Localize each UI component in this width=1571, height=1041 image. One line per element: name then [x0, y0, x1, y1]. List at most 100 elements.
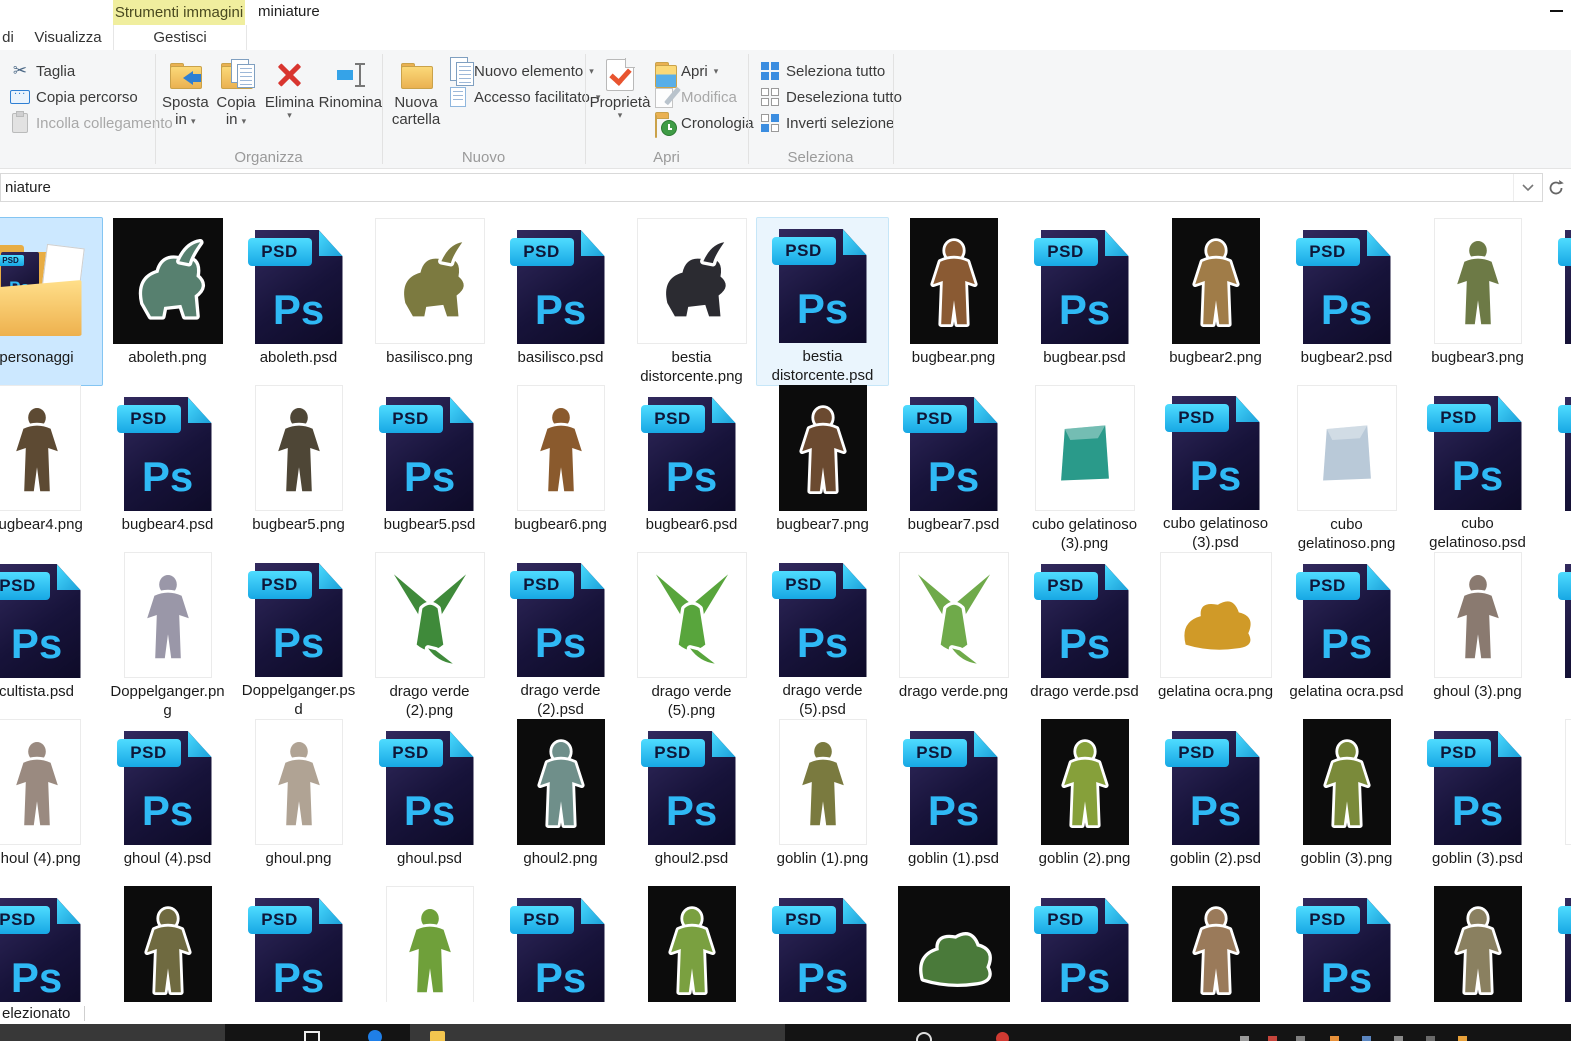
file-item[interactable]: drago verde.png	[888, 552, 1019, 719]
file-item[interactable]: basilisco.png	[364, 218, 495, 385]
select-all-button[interactable]: Seleziona tutto	[750, 58, 902, 84]
taskbar-red-app-icon[interactable]	[996, 1032, 1009, 1041]
contextual-tab-header[interactable]: Strumenti immagini	[113, 0, 245, 25]
file-item[interactable]: PSDPs	[233, 886, 364, 1002]
file-item[interactable]: PSDPsghoul2.psd	[626, 719, 757, 886]
folder-item[interactable]: PSDPspersonaggi	[0, 218, 102, 385]
properties-button[interactable]: Proprietà ▾	[591, 56, 649, 120]
tab-condividi-partial[interactable]: di	[0, 25, 16, 50]
tray-icon[interactable]	[1296, 1036, 1305, 1041]
file-item[interactable]: goblin (2).png	[1019, 719, 1150, 886]
tab-visualizza[interactable]: Visualizza	[30, 25, 106, 50]
file-item[interactable]: PSDPsbugbear7.psd	[888, 385, 1019, 552]
file-item[interactable]: drago verde (2).png	[364, 552, 495, 719]
file-item[interactable]: PSDPscubo gelatinoso (3).psd	[1150, 385, 1281, 552]
file-item[interactable]: PSDPsgoblin (2).psd	[1150, 719, 1281, 886]
file-item[interactable]: PSDPs	[1543, 218, 1571, 385]
rename-button[interactable]: Rinomina	[319, 56, 382, 111]
taskbar-explorer-icon[interactable]	[430, 1031, 445, 1041]
file-item[interactable]: PSDPsdrago verde.psd	[1019, 552, 1150, 719]
file-item[interactable]: PSDPsDoppelganger.psd	[233, 552, 364, 719]
file-item[interactable]: ghoul (3).png	[1412, 552, 1543, 719]
file-item[interactable]: PSDPs	[1281, 886, 1412, 1002]
file-item[interactable]: goblin (1).png	[757, 719, 888, 886]
address-dropdown-button[interactable]	[1513, 174, 1542, 201]
new-folder-button[interactable]: Nuova cartella	[388, 56, 444, 128]
copy-path-button[interactable]: Copia percorso	[0, 84, 155, 110]
file-item[interactable]: PSDPsbugbear6.psd	[626, 385, 757, 552]
file-item[interactable]: bugbear.png	[888, 218, 1019, 385]
file-item[interactable]: bugbear4.png	[0, 385, 102, 552]
tray-icon[interactable]	[1426, 1036, 1435, 1041]
new-item-button[interactable]: Nuovo elemento ▾	[438, 58, 600, 84]
easy-access-button[interactable]: Accesso facilitato ▾	[438, 84, 600, 110]
file-item[interactable]: PSDPsbugbear4.psd	[102, 385, 233, 552]
file-item[interactable]: PSDPsdrago verde (5).psd	[757, 552, 888, 719]
file-item[interactable]: PSDPsghoul (4).psd	[102, 719, 233, 886]
file-item[interactable]: PSDPs	[1543, 886, 1571, 1002]
move-to-button[interactable]: Sposta in ▾	[161, 56, 210, 128]
file-item[interactable]: ghoul.png	[233, 719, 364, 886]
cut-button[interactable]: ✂ Taglia	[0, 58, 155, 84]
deselect-all-button[interactable]: Deseleziona tutto	[750, 84, 902, 110]
file-item[interactable]: PSDPs	[1019, 886, 1150, 1002]
file-item[interactable]	[102, 886, 233, 1002]
file-item[interactable]: bugbear7.png	[757, 385, 888, 552]
file-item[interactable]: PSDPsdrago verde (2).psd	[495, 552, 626, 719]
history-button[interactable]: Cronologia	[645, 110, 754, 136]
file-item[interactable]: gelatina ocra.png	[1150, 552, 1281, 719]
tray-icon[interactable]	[1394, 1036, 1403, 1041]
file-item[interactable]: PSDPs	[1543, 385, 1571, 552]
tray-icon[interactable]	[1362, 1036, 1371, 1041]
file-item[interactable]: PSDPsghoul.psd	[364, 719, 495, 886]
tray-icon[interactable]	[1458, 1036, 1467, 1041]
file-item[interactable]: bestia distorcente.png	[626, 218, 757, 385]
file-item[interactable]	[1543, 719, 1571, 886]
tray-icon[interactable]	[1330, 1036, 1339, 1041]
file-item[interactable]: PSDPsbugbear5.psd	[364, 385, 495, 552]
file-item[interactable]: drago verde (5).png	[626, 552, 757, 719]
minimize-button[interactable]	[1550, 10, 1563, 12]
file-item[interactable]	[1412, 886, 1543, 1002]
file-item[interactable]	[1150, 886, 1281, 1002]
file-item[interactable]: PSDPscubo gelatinoso.psd	[1412, 385, 1543, 552]
file-item[interactable]: bugbear5.png	[233, 385, 364, 552]
file-item[interactable]	[888, 886, 1019, 1002]
file-item[interactable]: PSDPsbasilisco.psd	[495, 218, 626, 385]
file-item[interactable]: PSDPsbugbear.psd	[1019, 218, 1150, 385]
file-item[interactable]	[626, 886, 757, 1002]
file-item[interactable]: PSDPs	[757, 886, 888, 1002]
file-item[interactable]: PSDPs	[495, 886, 626, 1002]
file-item[interactable]: PSDPscultista.psd	[0, 552, 102, 719]
address-bar[interactable]: niature	[0, 173, 1543, 202]
refresh-button[interactable]	[1544, 173, 1568, 202]
copy-to-button[interactable]: Copia in ▾	[212, 56, 261, 128]
tab-gestisci[interactable]: Gestisci	[113, 25, 247, 50]
taskbar[interactable]	[0, 1024, 1571, 1041]
open-button[interactable]: Apri ▾	[645, 58, 754, 84]
file-item[interactable]: goblin (3).png	[1281, 719, 1412, 886]
file-item[interactable]: ghoul (4).png	[0, 719, 102, 886]
file-item[interactable]: PSDPsbestia distorcente.psd	[757, 218, 888, 385]
file-item[interactable]: PSDPsgoblin (1).psd	[888, 719, 1019, 886]
file-item[interactable]: PSDPs	[1543, 552, 1571, 719]
file-item[interactable]: PSDPsgoblin (3).psd	[1412, 719, 1543, 886]
tray-icon[interactable]	[1240, 1036, 1249, 1041]
file-item[interactable]: ghoul2.png	[495, 719, 626, 886]
taskbar-paint-icon[interactable]	[916, 1032, 932, 1041]
taskbar-browser-icon[interactable]	[368, 1030, 382, 1041]
file-item[interactable]: PSDPsbugbear2.psd	[1281, 218, 1412, 385]
file-item[interactable]: PSDPs	[0, 886, 102, 1002]
invert-selection-button[interactable]: Inverti selezione	[750, 110, 902, 136]
file-item[interactable]: PSDPsaboleth.psd	[233, 218, 364, 385]
file-item[interactable]: PSDPsgelatina ocra.psd	[1281, 552, 1412, 719]
edit-button[interactable]: Modifica	[645, 84, 754, 110]
paste-shortcut-button[interactable]: Incolla collegamento	[0, 110, 155, 136]
file-item[interactable]: aboleth.png	[102, 218, 233, 385]
file-item[interactable]	[364, 886, 495, 1002]
file-item[interactable]: bugbear6.png	[495, 385, 626, 552]
file-item[interactable]: cubo gelatinoso.png	[1281, 385, 1412, 552]
file-item[interactable]: Doppelganger.png	[102, 552, 233, 719]
delete-button[interactable]: Elimina ▾	[262, 56, 316, 120]
taskbar-app-icon[interactable]	[304, 1031, 320, 1041]
